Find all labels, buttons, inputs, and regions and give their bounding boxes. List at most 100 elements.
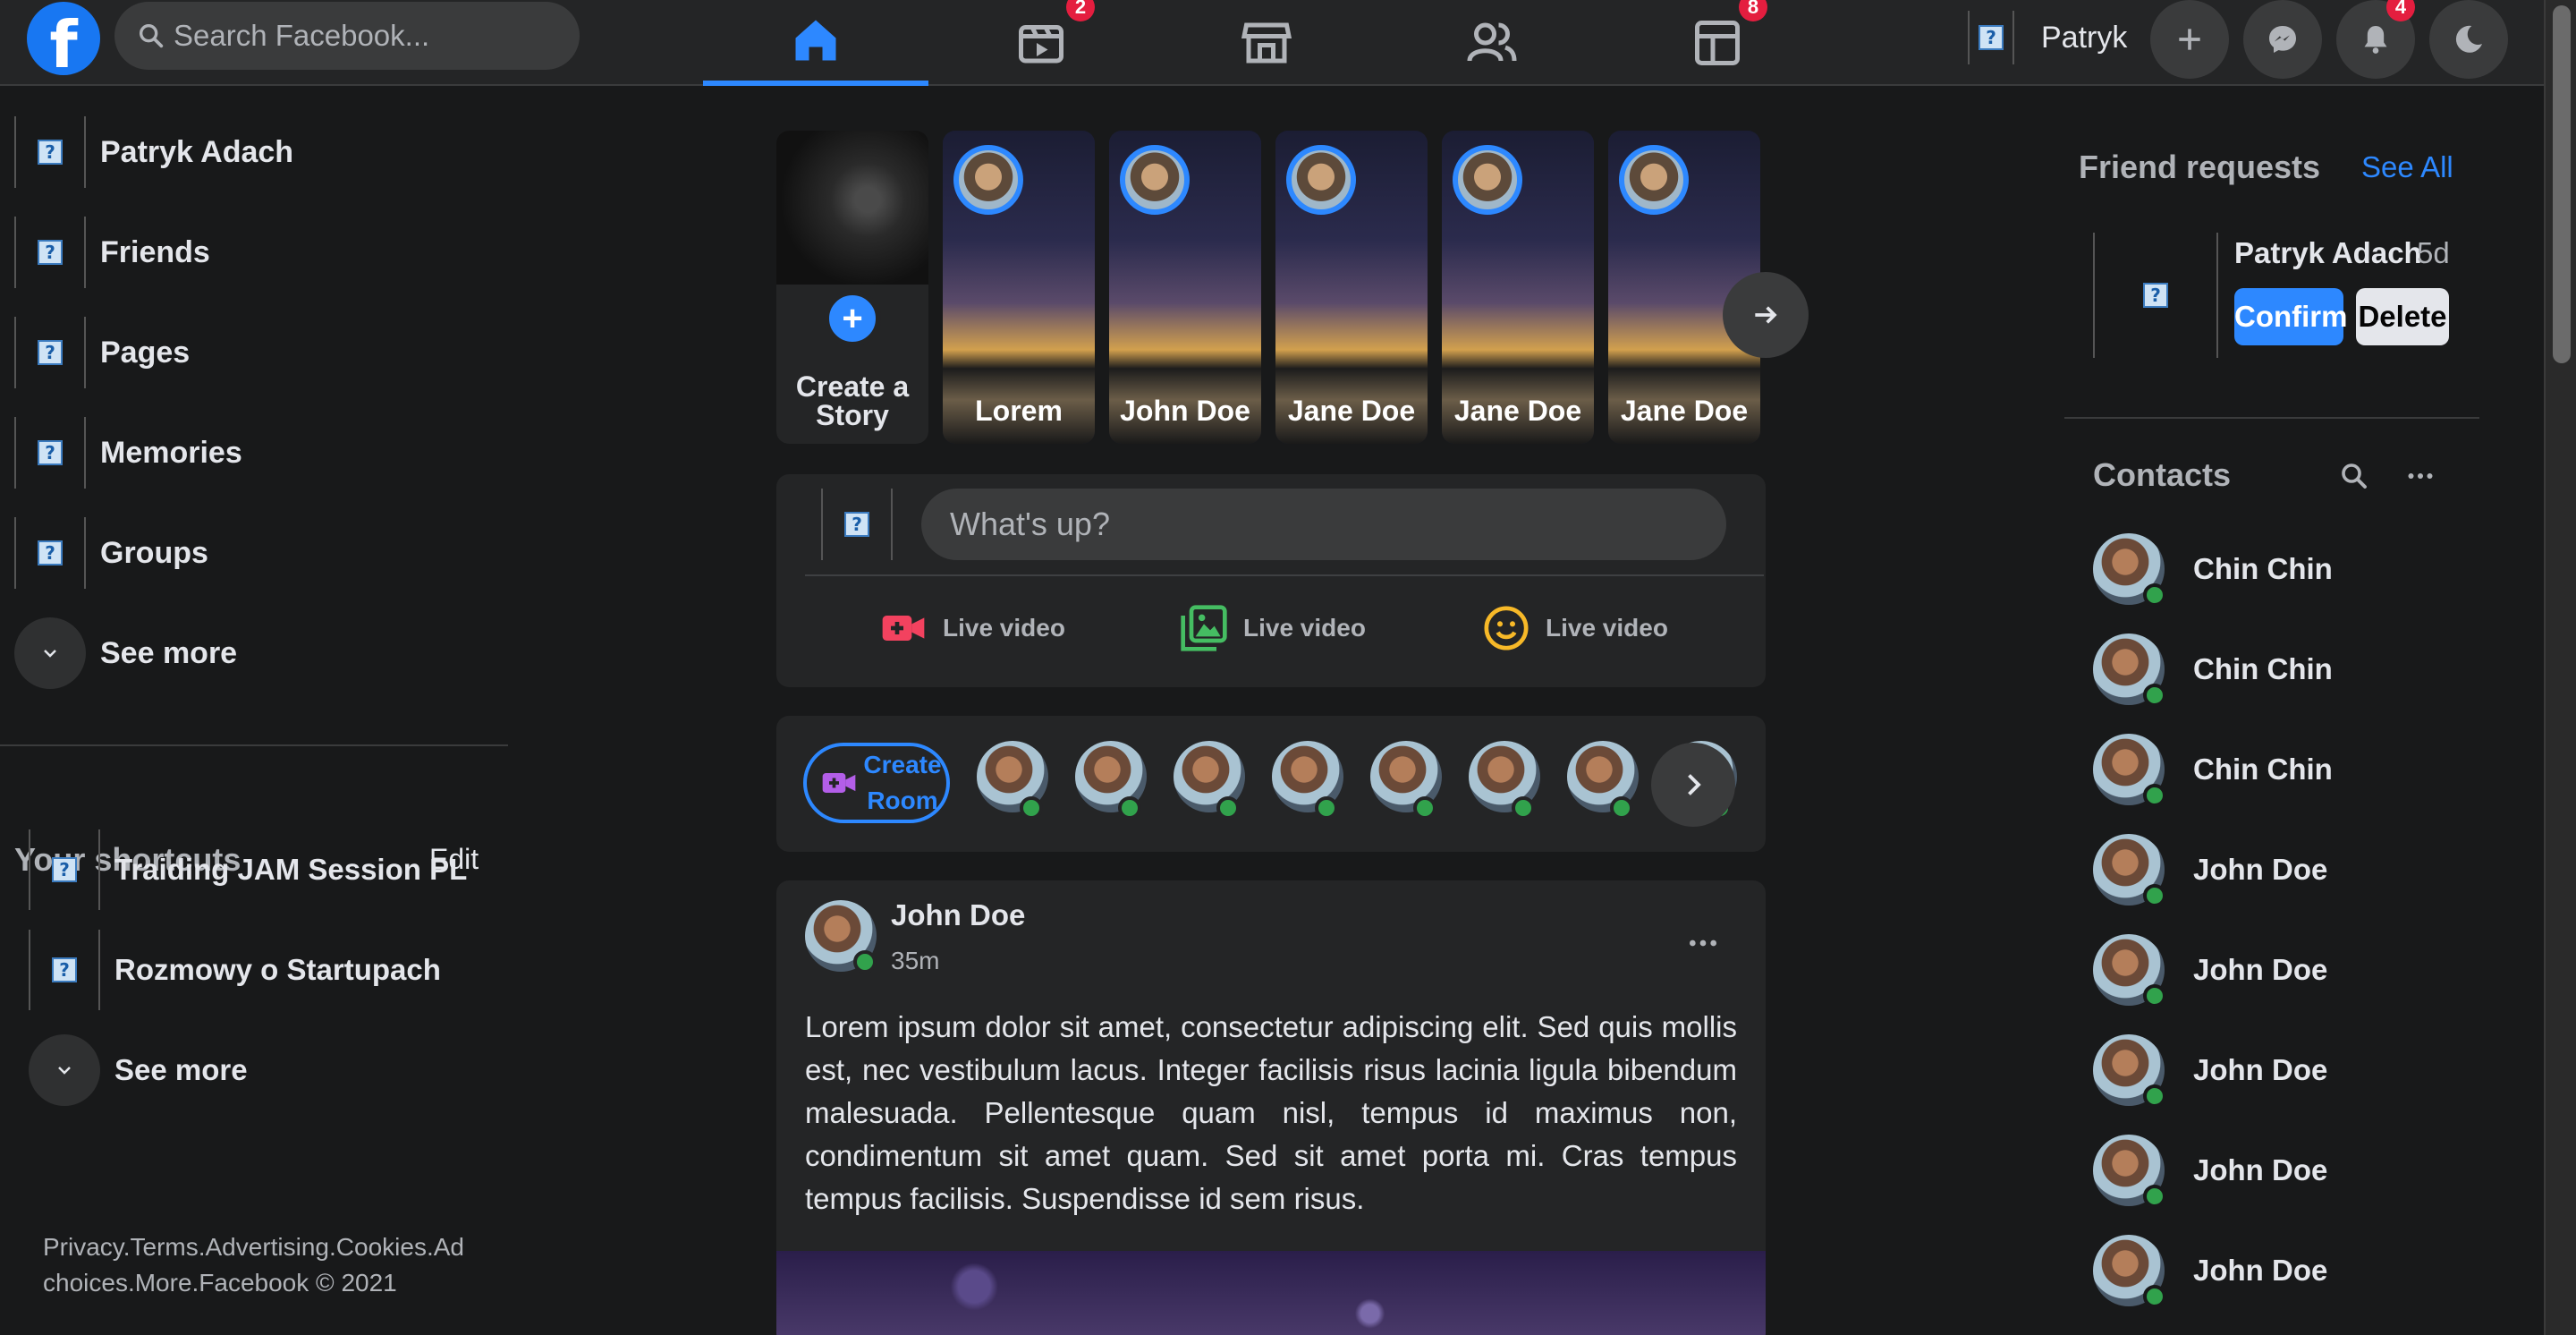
contacts-options-button[interactable] [2401, 456, 2440, 496]
friend-requests-title: Friend requests [2079, 149, 2321, 185]
room-avatar[interactable] [1370, 741, 1442, 820]
delete-button[interactable]: Delete [2356, 288, 2449, 345]
online-dot [2143, 583, 2166, 607]
online-dot [1118, 796, 1141, 820]
messenger-icon [2269, 26, 2296, 53]
post-author-avatar[interactable] [805, 900, 877, 974]
room-avatar[interactable] [1567, 741, 1639, 820]
contact-name: John Doe [2193, 953, 2328, 986]
story-avatar [1286, 145, 1356, 215]
contact-item[interactable]: John Doe [2093, 1126, 2327, 1215]
contact-item[interactable]: John Doe [2093, 925, 2327, 1015]
contacts-search-button[interactable] [2334, 456, 2374, 496]
chevron-down-icon [29, 1034, 100, 1106]
search-box[interactable] [114, 2, 580, 70]
room-avatar[interactable] [1174, 741, 1245, 820]
online-dot [1020, 796, 1043, 820]
post-timestamp[interactable]: 35m [891, 947, 939, 975]
broken-image-icon: ? [38, 340, 63, 365]
contact-name: Chin Chin [2193, 652, 2333, 685]
plus-icon [2179, 29, 2200, 50]
contact-name: John Doe [2193, 1153, 2328, 1186]
create-button[interactable] [2150, 0, 2229, 79]
contact-item[interactable]: John Doe [2093, 1226, 2327, 1315]
sidebar-item-memories[interactable]: ? Memories [14, 403, 242, 503]
online-dot [1610, 796, 1633, 820]
search-icon [2342, 463, 2367, 489]
avatar: ? [821, 489, 893, 560]
contact-item[interactable]: Chin Chin [2093, 625, 2333, 714]
room-avatar[interactable] [1075, 741, 1147, 820]
feeling-button[interactable]: Live video [1481, 601, 1668, 655]
stories-next-button[interactable] [1723, 272, 1809, 358]
friend-request-name[interactable]: Patryk Adach [2234, 236, 2422, 270]
story-card[interactable]: Jane Doe [1275, 131, 1428, 444]
shortcut-label: Traiding JAM Session PL [114, 853, 468, 886]
contact-item[interactable]: Chin Chin [2093, 524, 2333, 614]
story-card[interactable]: Lorem [943, 131, 1095, 444]
marketplace-icon [1241, 22, 1292, 64]
post-author-name[interactable]: John Doe [891, 898, 1025, 932]
broken-image-icon: ? [38, 440, 63, 465]
create-room-button[interactable]: Create Room [803, 743, 950, 823]
sidebar-item-profile[interactable]: ? Patryk Adach [14, 102, 293, 202]
online-dot [2143, 784, 2166, 807]
online-dot [1315, 796, 1338, 820]
see-all-link[interactable]: See All [2361, 150, 2453, 184]
search-input[interactable] [174, 19, 567, 53]
sidebar-item-label: Pages [100, 335, 191, 370]
room-avatar[interactable] [977, 741, 1048, 820]
confirm-button[interactable]: Confirm [2234, 288, 2348, 345]
action-label: Live video [943, 614, 1065, 642]
contact-avatar [2093, 633, 2166, 707]
story-avatar [953, 145, 1023, 215]
search-icon [139, 23, 164, 48]
notifications-button[interactable]: 4 [2336, 0, 2415, 79]
create-room-label: Create Room [863, 751, 942, 814]
sidebar-item-friends[interactable]: ? Friends [14, 202, 210, 302]
messenger-button[interactable] [2243, 0, 2322, 79]
facebook-logo[interactable]: f [27, 2, 100, 75]
sidebar-item-pages[interactable]: ? Pages [14, 302, 190, 403]
page-scrollbar[interactable] [2544, 0, 2576, 1335]
nav-tab-home[interactable] [703, 0, 928, 86]
more-horizontal-icon [1690, 940, 1716, 947]
nav-tab-gaming[interactable]: 8 [1605, 0, 1830, 86]
watch-icon [1019, 25, 1063, 64]
contact-item[interactable]: John Doe [2093, 825, 2327, 914]
online-dot [2143, 684, 2166, 707]
nav-tab-watch[interactable]: 2 [928, 0, 1154, 86]
post-options-button[interactable] [1676, 916, 1730, 970]
photo-button[interactable]: Live video [1179, 601, 1366, 655]
story-card[interactable]: Jane Doe [1442, 131, 1594, 444]
footer-links[interactable]: Privacy.Terms.Advertising.Cookies.Ad cho… [43, 1229, 508, 1301]
nav-tab-friends[interactable] [1379, 0, 1605, 86]
post-image[interactable] [776, 1251, 1766, 1335]
contacts-title: Contacts [2093, 456, 2232, 493]
nav-tab-marketplace[interactable] [1154, 0, 1379, 86]
friend-request-avatar[interactable]: ? [2093, 233, 2218, 358]
room-avatar[interactable] [1272, 741, 1343, 820]
scrollbar-thumb[interactable] [2553, 5, 2571, 363]
story-card[interactable]: John Doe [1109, 131, 1261, 444]
shortcut-item[interactable]: ? Traiding JAM Session PL [29, 825, 467, 914]
live-video-button[interactable]: Live video [878, 601, 1065, 655]
room-avatar[interactable] [1469, 741, 1540, 820]
composer-input[interactable] [921, 489, 1726, 560]
profile-chip[interactable]: ? Patryk [1968, 11, 2127, 64]
shortcut-item[interactable]: ? Rozmowy o Startupach [29, 925, 441, 1015]
broken-image-icon: ? [38, 140, 63, 165]
contact-avatar [2093, 834, 2166, 907]
rooms-next-button[interactable] [1651, 743, 1735, 827]
broken-image-icon: ? [38, 540, 63, 565]
sidebar-see-more[interactable]: See more [14, 603, 237, 703]
contact-item[interactable]: John Doe [2093, 1025, 2327, 1115]
contact-item[interactable]: Chin Chin [2093, 725, 2333, 814]
sidebar-divider [0, 744, 508, 746]
shortcuts-see-more[interactable]: See more [29, 1025, 248, 1115]
sidebar-item-groups[interactable]: ? Groups [14, 503, 208, 603]
dark-mode-button[interactable] [2429, 0, 2508, 79]
photo-icon [1181, 605, 1227, 651]
create-story-card[interactable]: + Create a Story [776, 131, 928, 444]
see-more-label: See more [100, 635, 238, 670]
